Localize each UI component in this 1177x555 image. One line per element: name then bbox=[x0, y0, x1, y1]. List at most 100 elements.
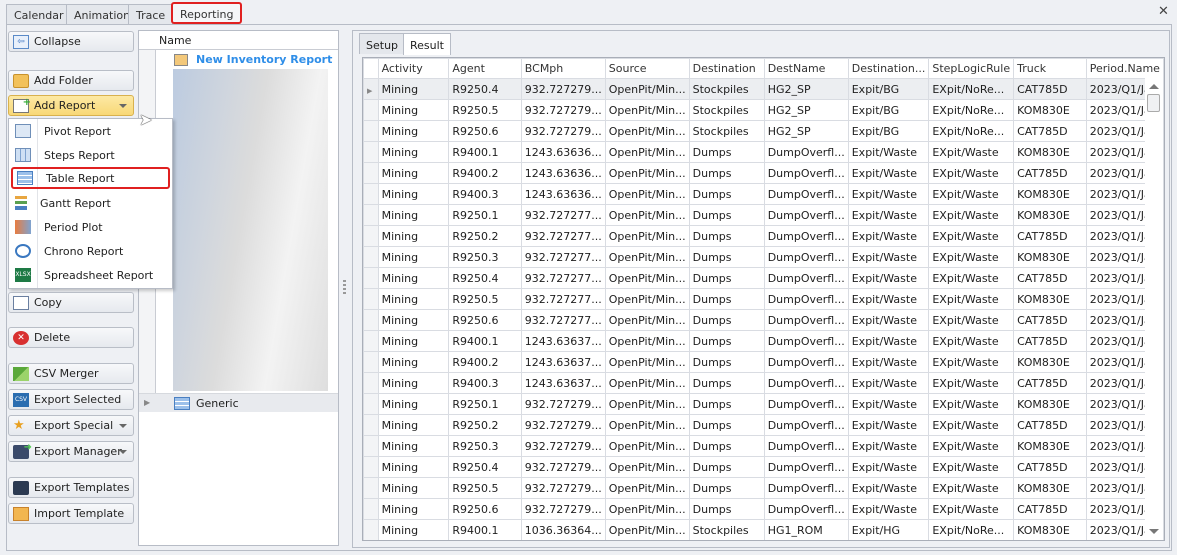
table-cell[interactable]: 1036.36364... bbox=[520, 519, 606, 540]
column-header[interactable]: Agent bbox=[448, 58, 522, 79]
collapse-button[interactable]: ⇦ Collapse bbox=[8, 31, 134, 52]
table-cell[interactable]: Mining bbox=[377, 162, 450, 184]
column-header[interactable]: Destination... bbox=[847, 58, 930, 79]
table-cell[interactable]: EXpit/Waste bbox=[928, 225, 1015, 247]
row-indicator[interactable] bbox=[363, 393, 379, 415]
table-cell[interactable]: CAT785D bbox=[1013, 162, 1087, 184]
table-cell[interactable]: Stockpiles bbox=[688, 78, 765, 100]
table-cell[interactable]: OpenPit/Min... bbox=[604, 225, 690, 247]
column-header[interactable]: Destination bbox=[688, 58, 765, 79]
table-cell[interactable]: CAT785D bbox=[1013, 120, 1087, 142]
table-cell[interactable]: EXpit/Waste bbox=[928, 414, 1015, 436]
menu-item-table-report[interactable]: Table Report bbox=[11, 167, 170, 189]
table-row[interactable]: Mining R9250.6 932.727279... OpenPit/Min...… bbox=[363, 120, 1164, 142]
table-row[interactable]: Mining R9250.5 932.727279... OpenPit/Min...… bbox=[363, 99, 1164, 121]
table-cell[interactable]: Dumps bbox=[688, 309, 765, 331]
table-cell[interactable]: DumpOverfl... bbox=[763, 309, 849, 331]
close-icon[interactable]: ✕ bbox=[1158, 4, 1169, 19]
table-cell[interactable]: OpenPit/Min... bbox=[604, 393, 690, 415]
tab-result[interactable]: Result bbox=[403, 33, 451, 55]
table-cell[interactable]: R9250.5 bbox=[448, 99, 522, 121]
row-indicator[interactable] bbox=[363, 330, 379, 352]
table-cell[interactable]: Expit/Waste bbox=[847, 477, 930, 499]
tab-trace[interactable]: Trace bbox=[128, 4, 174, 25]
table-cell[interactable]: 932.727277... bbox=[520, 204, 606, 226]
table-cell[interactable]: DumpOverfl... bbox=[763, 204, 849, 226]
table-cell[interactable]: Dumps bbox=[688, 162, 765, 184]
table-cell[interactable]: 932.727279... bbox=[520, 435, 606, 457]
table-cell[interactable]: Expit/BG bbox=[847, 78, 930, 100]
table-cell[interactable]: Dumps bbox=[688, 435, 765, 457]
table-cell[interactable]: EXpit/Waste bbox=[928, 372, 1015, 394]
table-row[interactable]: Mining R9250.5 932.727277... OpenPit/Min...… bbox=[363, 288, 1164, 310]
table-cell[interactable]: EXpit/Waste bbox=[928, 183, 1015, 205]
table-cell[interactable]: R9250.4 bbox=[448, 456, 522, 478]
table-cell[interactable]: Mining bbox=[377, 141, 450, 163]
table-cell[interactable]: Expit/Waste bbox=[847, 246, 930, 268]
table-cell[interactable]: 1243.63637... bbox=[520, 372, 606, 394]
table-cell[interactable]: R9400.2 bbox=[448, 162, 522, 184]
table-cell[interactable]: OpenPit/Min... bbox=[604, 477, 690, 499]
table-cell[interactable]: HG1_ROM bbox=[763, 519, 849, 540]
table-cell[interactable]: OpenPit/Min... bbox=[604, 498, 690, 520]
table-cell[interactable]: Expit/Waste bbox=[847, 267, 930, 289]
row-indicator[interactable] bbox=[363, 204, 379, 226]
table-row[interactable]: Mining R9250.3 932.727279... OpenPit/Min...… bbox=[363, 435, 1164, 457]
table-cell[interactable]: DumpOverfl... bbox=[763, 456, 849, 478]
table-cell[interactable]: OpenPit/Min... bbox=[604, 456, 690, 478]
table-cell[interactable]: Mining bbox=[377, 519, 450, 540]
table-cell[interactable]: Mining bbox=[377, 309, 450, 331]
table-cell[interactable]: OpenPit/Min... bbox=[604, 78, 690, 100]
table-cell[interactable]: R9250.1 bbox=[448, 393, 522, 415]
table-row[interactable]: Mining R9250.1 932.727277... OpenPit/Min...… bbox=[363, 204, 1164, 226]
copy-button[interactable]: Copy bbox=[8, 292, 134, 313]
table-cell[interactable]: Dumps bbox=[688, 456, 765, 478]
table-cell[interactable]: DumpOverfl... bbox=[763, 498, 849, 520]
table-cell[interactable]: Expit/Waste bbox=[847, 456, 930, 478]
table-cell[interactable]: OpenPit/Min... bbox=[604, 309, 690, 331]
table-cell[interactable]: Dumps bbox=[688, 351, 765, 373]
table-cell[interactable]: Expit/Waste bbox=[847, 225, 930, 247]
table-cell[interactable]: EXpit/Waste bbox=[928, 435, 1015, 457]
table-cell[interactable]: EXpit/Waste bbox=[928, 456, 1015, 478]
table-cell[interactable]: HG2_SP bbox=[763, 120, 849, 142]
table-cell[interactable]: Expit/Waste bbox=[847, 435, 930, 457]
table-cell[interactable]: EXpit/NoRe... bbox=[928, 519, 1015, 540]
table-cell[interactable]: OpenPit/Min... bbox=[604, 246, 690, 268]
table-cell[interactable]: Expit/Waste bbox=[847, 372, 930, 394]
table-cell[interactable]: OpenPit/Min... bbox=[604, 267, 690, 289]
table-cell[interactable]: OpenPit/Min... bbox=[604, 330, 690, 352]
tab-setup[interactable]: Setup bbox=[359, 33, 406, 54]
table-cell[interactable]: Mining bbox=[377, 99, 450, 121]
table-cell[interactable]: Mining bbox=[377, 414, 450, 436]
table-cell[interactable]: Dumps bbox=[688, 267, 765, 289]
column-header[interactable]: Period.Name bbox=[1085, 58, 1164, 79]
tab-reporting[interactable]: Reporting bbox=[171, 2, 243, 24]
import-template-button[interactable]: Import Template bbox=[8, 503, 134, 524]
row-indicator[interactable] bbox=[363, 477, 379, 499]
table-cell[interactable]: CAT785D bbox=[1013, 498, 1087, 520]
table-cell[interactable]: R9250.2 bbox=[448, 414, 522, 436]
table-cell[interactable]: Dumps bbox=[688, 141, 765, 163]
table-cell[interactable]: OpenPit/Min... bbox=[604, 183, 690, 205]
table-cell[interactable]: R9400.2 bbox=[448, 351, 522, 373]
table-cell[interactable]: DumpOverfl... bbox=[763, 246, 849, 268]
table-cell[interactable]: EXpit/Waste bbox=[928, 267, 1015, 289]
column-header[interactable]: StepLogicRule bbox=[928, 58, 1015, 79]
row-indicator[interactable] bbox=[363, 141, 379, 163]
table-cell[interactable]: OpenPit/Min... bbox=[604, 435, 690, 457]
row-indicator[interactable] bbox=[363, 456, 379, 478]
table-cell[interactable]: 932.727277... bbox=[520, 225, 606, 247]
table-cell[interactable]: DumpOverfl... bbox=[763, 330, 849, 352]
table-cell[interactable]: 932.727279... bbox=[520, 78, 606, 100]
table-cell[interactable]: KOM830E bbox=[1013, 204, 1087, 226]
table-cell[interactable]: EXpit/Waste bbox=[928, 498, 1015, 520]
table-cell[interactable]: DumpOverfl... bbox=[763, 351, 849, 373]
table-cell[interactable]: OpenPit/Min... bbox=[604, 141, 690, 163]
row-indicator[interactable] bbox=[363, 183, 379, 205]
table-row[interactable]: Mining R9400.1 1036.36364... OpenPit/Min...… bbox=[363, 519, 1164, 540]
table-cell[interactable]: EXpit/Waste bbox=[928, 141, 1015, 163]
row-indicator[interactable] bbox=[363, 351, 379, 373]
column-header[interactable]: Source bbox=[604, 58, 690, 79]
row-indicator[interactable] bbox=[363, 519, 379, 540]
